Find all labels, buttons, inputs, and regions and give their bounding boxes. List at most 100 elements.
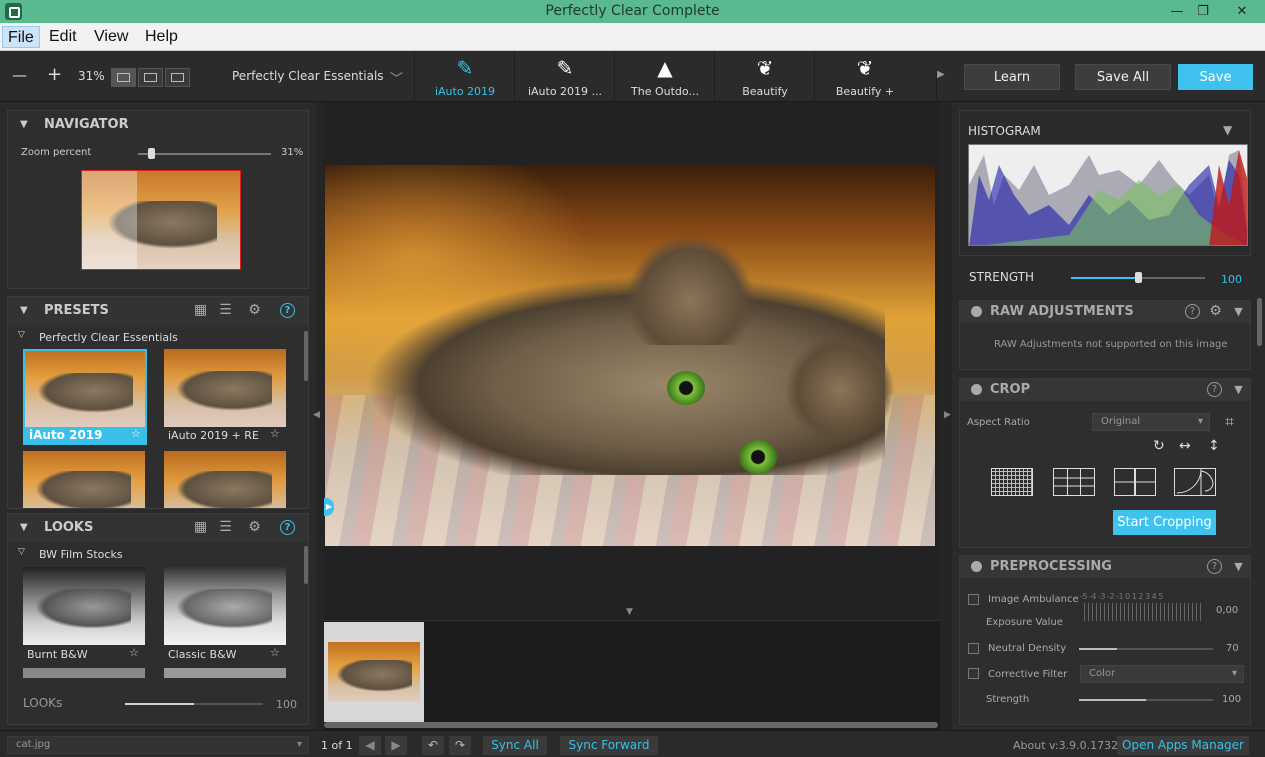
undo-icon[interactable]: ↶ [422, 736, 444, 755]
look-thumb[interactable] [23, 668, 145, 678]
main-image[interactable] [325, 165, 935, 546]
preset-thumb[interactable] [164, 451, 286, 508]
preset-thumb[interactable] [23, 451, 145, 508]
open-apps-manager-button[interactable]: Open Apps Manager [1117, 736, 1249, 755]
list-view-icon[interactable]: ☰ [217, 519, 234, 536]
collapse-icon[interactable]: ▼ [1230, 303, 1247, 320]
gear-icon[interactable]: ⚙ [1207, 303, 1224, 320]
neutral-density-checkbox[interactable] [968, 643, 979, 654]
tab-beautify[interactable]: ❦ Beautify [714, 51, 814, 102]
corrective-filter-checkbox[interactable] [968, 668, 979, 679]
filmstrip-scrollbar[interactable] [324, 722, 938, 728]
strength-slider-knob[interactable] [1135, 272, 1142, 283]
previous-image-button[interactable]: ◀ [359, 736, 381, 755]
crop-golden-spiral-icon[interactable] [1174, 468, 1216, 496]
toggle-dot-icon[interactable] [971, 306, 982, 317]
looks-scrollbar[interactable] [304, 546, 308, 584]
right-panel-scrollbar[interactable] [1257, 298, 1262, 346]
collapse-left-panel-icon[interactable]: ◀ [313, 410, 320, 420]
menu-bar: File Edit View Help [0, 23, 1265, 51]
split-view-button[interactable] [138, 68, 163, 87]
tab-iauto-2019[interactable]: ✎ iAuto 2019 [414, 51, 514, 102]
preset-group-select[interactable]: Perfectly Clear Essentials [232, 69, 384, 83]
menu-help[interactable]: Help [140, 26, 183, 48]
help-icon[interactable]: ? [280, 303, 295, 318]
chevron-down-icon[interactable]: ▽ [18, 330, 25, 340]
learn-button[interactable]: Learn [964, 64, 1060, 90]
look-thumb[interactable] [164, 668, 286, 678]
help-icon[interactable]: ? [1185, 304, 1200, 319]
crop-icon[interactable]: ⌗ [1225, 412, 1234, 432]
zoom-slider[interactable] [138, 153, 271, 155]
gear-icon[interactable]: ⚙ [246, 519, 263, 536]
preprocessing-header[interactable]: PREPROCESSING ? ▼ [960, 556, 1250, 578]
raw-adjustments-header[interactable]: RAW ADJUSTMENTS ? ⚙ ▼ [960, 301, 1250, 323]
save-button[interactable]: Save [1178, 64, 1253, 90]
zoom-in-button[interactable]: + [47, 64, 62, 85]
preset-thumb-iauto-2019[interactable]: iAuto 2019 ☆ [23, 349, 147, 445]
help-icon[interactable]: ? [1207, 382, 1222, 397]
aspect-ratio-select[interactable]: Original ▾ [1092, 413, 1210, 431]
tab-beautify-plus[interactable]: ❦ Beautify + [814, 51, 914, 102]
crop-grid-thirds-icon[interactable] [1053, 468, 1095, 496]
rotate-icon[interactable]: ↻ [1153, 438, 1165, 454]
crop-grid-quarters-icon[interactable] [1114, 468, 1156, 496]
raw-message: RAW Adjustments not supported on this im… [994, 339, 1228, 350]
collapse-right-panel-icon[interactable]: ▶ [944, 410, 951, 420]
corrective-filter-select[interactable]: Color ▾ [1080, 665, 1244, 683]
about-version[interactable]: About v:3.9.0.1732 [1013, 739, 1118, 752]
maximize-button[interactable]: ❐ [1187, 0, 1219, 23]
preset-thumb-iauto-2019-re[interactable]: iAuto 2019 + RE ☆ [164, 349, 286, 445]
menu-file[interactable]: File [2, 26, 40, 48]
sync-forward-button[interactable]: Sync Forward [560, 736, 658, 755]
filmstrip-thumb[interactable] [324, 622, 424, 722]
save-all-button[interactable]: Save All [1075, 64, 1171, 90]
look-thumb-classic-bw[interactable]: Classic B&W ☆ [164, 567, 286, 665]
collapse-icon[interactable]: ▼ [1230, 558, 1247, 575]
favorite-star-icon[interactable]: ☆ [270, 646, 280, 659]
favorite-star-icon[interactable]: ☆ [270, 427, 280, 440]
look-thumb-burnt-bw[interactable]: Burnt B&W ☆ [23, 567, 145, 665]
exposure-ruler[interactable] [1084, 603, 1204, 621]
crop-grid-fine-icon[interactable] [991, 468, 1033, 496]
flip-vertical-icon[interactable]: ↕ [1208, 438, 1220, 454]
face-plus-icon: ❦ [856, 56, 874, 80]
tab-iauto-2019-re[interactable]: ✎ iAuto 2019 ... [514, 51, 614, 102]
chevron-down-icon[interactable]: ▽ [18, 547, 25, 557]
sync-all-button[interactable]: Sync All [483, 736, 547, 755]
menu-view[interactable]: View [89, 26, 133, 48]
crop-header[interactable]: CROP ? ▼ [960, 379, 1250, 401]
start-cropping-button[interactable]: Start Cropping [1113, 510, 1216, 535]
menu-edit[interactable]: Edit [44, 26, 82, 48]
single-view-button[interactable] [111, 68, 136, 87]
list-view-icon[interactable]: ☰ [217, 302, 234, 319]
grid-view-icon[interactable]: ▦ [192, 519, 209, 536]
tab-the-outdoors[interactable]: ▲ The Outdo... [614, 51, 714, 102]
help-icon[interactable]: ? [1207, 559, 1222, 574]
next-image-button[interactable]: ▶ [385, 736, 407, 755]
favorite-star-icon[interactable]: ☆ [129, 646, 139, 659]
grid-view-icon[interactable]: ▦ [192, 302, 209, 319]
zoom-slider-knob[interactable] [148, 148, 155, 159]
chevron-down-icon[interactable]: ﹀ [390, 68, 403, 87]
help-icon[interactable]: ? [280, 520, 295, 535]
favorite-star-icon[interactable]: ☆ [131, 427, 141, 440]
redo-icon[interactable]: ↷ [449, 736, 471, 755]
presets-header[interactable]: ▼ PRESETS ▦ ☰ ⚙ ? [8, 297, 308, 325]
gear-icon[interactable]: ⚙ [246, 302, 263, 319]
side-by-side-view-button[interactable] [165, 68, 190, 87]
zoom-out-button[interactable]: — [12, 66, 27, 84]
navigator-preview[interactable] [81, 170, 241, 270]
navigator-header[interactable]: ▼ NAVIGATOR [8, 111, 308, 139]
close-button[interactable]: ✕ [1222, 0, 1262, 23]
flip-horizontal-icon[interactable]: ↔ [1179, 438, 1191, 454]
toggle-dot-icon[interactable] [971, 561, 982, 572]
toggle-dot-icon[interactable] [971, 384, 982, 395]
histogram-collapse-icon[interactable]: ▼ [1223, 123, 1232, 137]
presets-scrollbar[interactable] [304, 331, 308, 381]
collapse-icon[interactable]: ▼ [1230, 381, 1247, 398]
image-ambulance-checkbox[interactable] [968, 594, 979, 605]
looks-header[interactable]: ▼ LOOKS ▦ ☰ ⚙ ? [8, 514, 308, 542]
collapse-filmstrip-icon[interactable]: ▼ [626, 607, 633, 617]
file-select[interactable]: cat.jpg ▾ [7, 736, 309, 754]
